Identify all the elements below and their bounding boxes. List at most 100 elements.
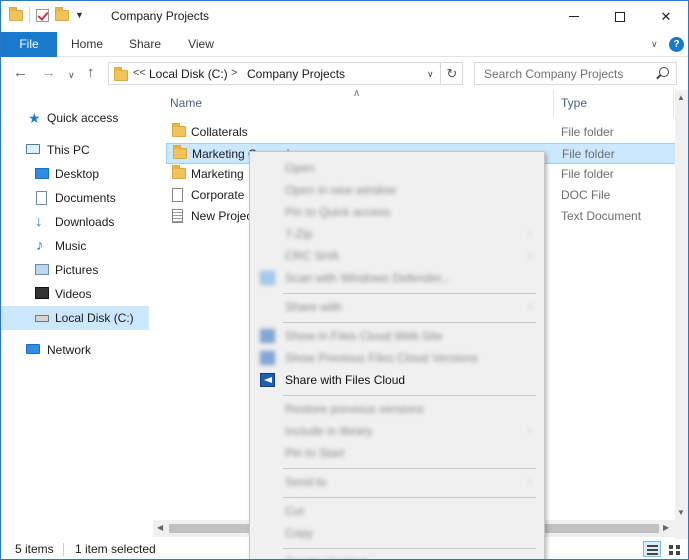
refresh-icon: ↻ (446, 66, 458, 81)
menu-item-create-shortcut[interactable]: Create shortcut (250, 551, 544, 559)
recent-locations-icon[interactable]: ∨ (68, 66, 75, 84)
menu-item-label: CRC SHA (285, 249, 340, 263)
sort-ascending-icon: ∧ (353, 88, 361, 99)
tab-share[interactable]: Share (121, 32, 169, 57)
menu-item-share-with[interactable]: Share with › (250, 296, 544, 318)
submenu-arrow-icon: › (528, 425, 532, 437)
menu-item-label: Include in library (285, 424, 373, 438)
videos-icon (35, 287, 49, 299)
maximize-button[interactable] (597, 1, 643, 32)
navigation-pane: ★ Quick access This PC Desktop Documents… (1, 90, 151, 539)
menu-item-pin-start[interactable]: Pin to Start (250, 442, 544, 464)
sidebar-item-music[interactable]: ♪ Music (1, 234, 149, 258)
sidebar-item-documents[interactable]: Documents (1, 186, 149, 210)
ribbon-tabs: File Home Share View ∨ ? (1, 32, 688, 57)
file-type: File folder (561, 125, 614, 139)
files-cloud-icon (260, 351, 275, 365)
breadcrumb-local-disk[interactable]: Local Disk (C:) (149, 67, 228, 81)
menu-item-scan-defender[interactable]: Scan with Windows Defender... (250, 267, 544, 289)
address-bar[interactable]: << Local Disk (C:) > Company Projects ∨ (108, 62, 441, 85)
customize-toolbar-icon[interactable]: ▼ (75, 10, 84, 20)
scroll-down-icon[interactable]: ▼ (677, 508, 685, 517)
menu-item-include-library[interactable]: Include in library › (250, 420, 544, 442)
menu-item-share-files-cloud[interactable]: Share with Files Cloud (250, 369, 544, 391)
menu-item-open-new-window[interactable]: Open in new window (250, 179, 544, 201)
column-divider[interactable] (673, 90, 674, 117)
sidebar-item-network[interactable]: Network (1, 338, 149, 362)
folder-icon (172, 165, 186, 179)
file-row-collaterals[interactable]: Collaterals File folder 8, (166, 122, 688, 143)
search-box[interactable]: Search Company Projects (474, 62, 677, 85)
menu-item-7zip[interactable]: 7-Zip › (250, 223, 544, 245)
vertical-scrollbar[interactable]: ▲ ▼ (675, 90, 688, 539)
sidebar-item-desktop[interactable]: Desktop (1, 162, 149, 186)
details-view-button[interactable] (643, 541, 661, 557)
tab-home[interactable]: Home (63, 32, 111, 57)
sidebar-item-label: This PC (47, 143, 90, 157)
sidebar-item-quick-access[interactable]: ★ Quick access (1, 106, 149, 130)
breadcrumb-separator[interactable]: > (231, 67, 237, 79)
sidebar-item-local-disk[interactable]: Local Disk (C:) (1, 306, 149, 330)
network-icon (26, 344, 40, 354)
toolbar-divider (29, 7, 30, 23)
search-placeholder[interactable]: Search Company Projects (484, 67, 623, 81)
menu-separator (283, 322, 536, 323)
scroll-left-icon[interactable]: ◀ (157, 523, 163, 532)
menu-item-cut[interactable]: Cut (250, 500, 544, 522)
menu-item-restore-versions[interactable]: Restore previous versions (250, 398, 544, 420)
menu-item-open[interactable]: Open (250, 157, 544, 179)
folder-icon (9, 6, 23, 21)
sidebar-item-pictures[interactable]: Pictures (1, 258, 149, 282)
refresh-button[interactable]: ↻ (442, 62, 463, 85)
minimize-button[interactable] (551, 1, 597, 32)
back-arrow-icon[interactable]: ← (13, 64, 28, 82)
breadcrumb-company-projects[interactable]: Company Projects (247, 67, 345, 81)
new-folder-icon[interactable] (55, 6, 69, 21)
menu-item-pin-quick-access[interactable]: Pin to Quick access (250, 201, 544, 223)
files-cloud-icon (260, 329, 275, 343)
menu-separator (283, 468, 536, 469)
menu-item-label: Scan with Windows Defender... (285, 271, 452, 285)
file-type: File folder (562, 147, 615, 161)
help-icon[interactable]: ? (669, 37, 684, 52)
column-header-name[interactable]: Name (170, 90, 202, 117)
disk-icon (35, 315, 49, 322)
file-type: Text Document (561, 209, 642, 223)
scroll-up-icon[interactable]: ▲ (677, 93, 685, 102)
expand-ribbon-icon[interactable]: ∨ (651, 39, 658, 50)
sidebar-item-label: Network (47, 343, 92, 357)
minimize-icon (569, 16, 579, 17)
column-header-type[interactable]: Type (561, 90, 587, 117)
sidebar-item-downloads[interactable]: ↓ Downloads (1, 210, 149, 234)
menu-separator (283, 548, 536, 549)
scroll-right-icon[interactable]: ▶ (663, 523, 669, 532)
menu-item-send-to[interactable]: Send to › (250, 471, 544, 493)
details-view-icon-line (647, 553, 658, 555)
large-icons-view-button[interactable] (665, 541, 683, 557)
sidebar-item-this-pc[interactable]: This PC (1, 138, 149, 162)
column-divider[interactable] (553, 90, 554, 117)
menu-item-copy[interactable]: Copy (250, 522, 544, 544)
properties-icon[interactable] (36, 8, 49, 22)
sidebar-item-label: Music (55, 239, 87, 253)
tab-view[interactable]: View (179, 32, 223, 57)
sidebar-item-label: Local Disk (C:) (55, 311, 134, 325)
forward-arrow-icon[interactable]: → (41, 64, 56, 82)
search-icon (659, 67, 669, 77)
sidebar-item-videos[interactable]: Videos (1, 282, 149, 306)
menu-item-label: Copy (285, 526, 314, 540)
sidebar-item-label: Pictures (55, 263, 99, 277)
menu-item-show-previous-versions[interactable]: Show Previous Files Cloud Versions (250, 347, 544, 369)
selection-count: 1 item selected (75, 542, 156, 556)
menu-item-crc-sha[interactable]: CRC SHA › (250, 245, 544, 267)
menu-item-label: Open in new window (285, 183, 396, 197)
status-divider (63, 543, 64, 556)
breadcrumb-overflow[interactable]: << (133, 67, 146, 79)
tab-file[interactable]: File (1, 32, 57, 57)
up-arrow-icon[interactable]: ↑ (87, 64, 95, 82)
context-menu: Open Open in new window Pin to Quick acc… (249, 151, 545, 559)
close-button[interactable]: ✕ (643, 1, 688, 32)
address-dropdown-icon[interactable]: ∨ (427, 69, 434, 80)
menu-item-show-files-cloud-web[interactable]: Show in Files Cloud Web Site (250, 325, 544, 347)
file-name: Collaterals (191, 125, 248, 139)
